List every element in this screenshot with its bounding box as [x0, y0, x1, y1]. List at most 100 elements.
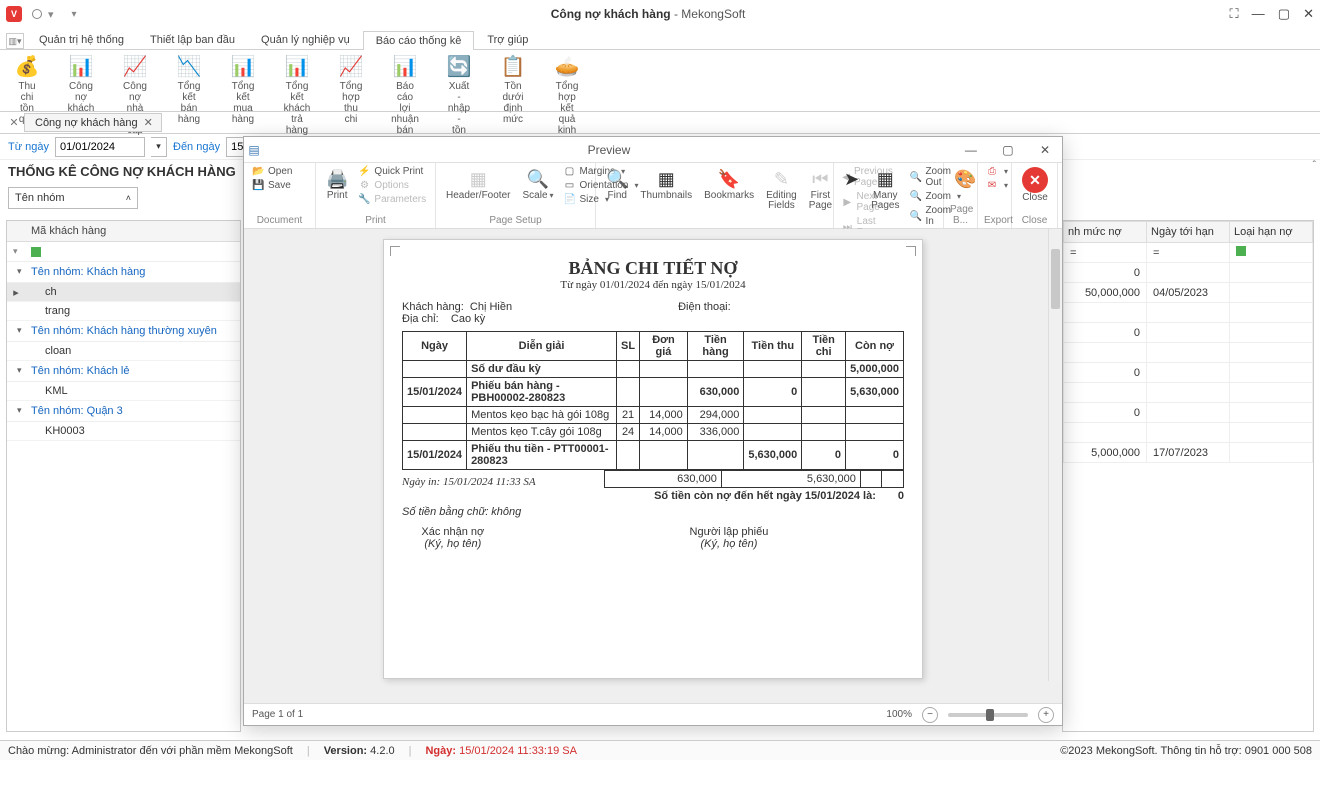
grid-filter-row[interactable]: ▾ [7, 242, 240, 262]
group-header[interactable]: Tên nhóm: Quận 3 [7, 401, 240, 422]
close-red-icon: ✕ [1022, 167, 1048, 193]
zoom-plus-button[interactable]: + [1038, 707, 1054, 723]
zoom-slider[interactable] [948, 713, 1028, 717]
find-button[interactable]: 🔍Find [602, 165, 632, 203]
quick-print-button[interactable]: ⚡Quick Print [356, 165, 428, 178]
main-tab-2[interactable]: Quản lý nghiệp vụ [248, 30, 363, 49]
page-indicator: Page 1 of 1 [252, 709, 303, 720]
filter-cell[interactable] [1230, 243, 1313, 263]
report-title: BẢNG CHI TIẾT NỢ [402, 258, 904, 279]
print-parameters-button: 🔧Parameters [356, 193, 428, 206]
ribbon-btn-6[interactable]: 📈Tổnghợpthuchi [324, 52, 378, 109]
table-row[interactable]: 0 [1064, 363, 1313, 383]
main-tab-3[interactable]: Báo cáo thống kê [363, 31, 475, 50]
preview-minimize-icon[interactable]: — [954, 143, 988, 157]
report-page: BẢNG CHI TIẾT NỢ Từ ngày 01/01/2024 đến … [383, 239, 923, 679]
customer-row[interactable]: ▸ch [7, 283, 240, 302]
export-mail-button[interactable]: ✉▾ [984, 179, 1010, 192]
preview-close-icon[interactable]: ✕ [1028, 143, 1062, 157]
column-header[interactable]: nh mức nợ [1064, 222, 1147, 243]
open-button[interactable]: 📂Open [250, 165, 294, 178]
ribbon-icon: 🥧 [553, 54, 581, 79]
collapse-ribbon-icon[interactable]: ˆ [1313, 160, 1316, 171]
close-preview-button[interactable]: ✕Close [1018, 165, 1052, 205]
preview-maximize-icon[interactable]: ▢ [991, 143, 1025, 157]
many-pages-button[interactable]: ▦Many Pages [867, 165, 903, 213]
ribbon-btn-2[interactable]: 📈Côngnợnhàcungcấp [108, 52, 162, 109]
table-row[interactable]: 5,000,00017/07/2023 [1064, 443, 1313, 463]
table-row[interactable]: 50,000,00004/05/2023 [1064, 283, 1313, 303]
zoom-percent: 100% [886, 709, 912, 720]
ribbon-btn-7[interactable]: 📊Báocáolợinhuậnbánhàng [378, 52, 432, 109]
main-tab-4[interactable]: Trợ giúp [474, 30, 541, 49]
welcome-text: Chào mừng: Administrator đến với phần mề… [8, 745, 293, 757]
ribbon-btn-9[interactable]: 📋Tồndướiđịnhmức [486, 52, 540, 109]
group-by-dropdown[interactable]: Tên nhóm ˄ [8, 187, 138, 209]
table-row[interactable] [1064, 423, 1313, 443]
quick-access-dropdown[interactable] [32, 9, 42, 19]
preview-status-bar: Page 1 of 1 100% − + [244, 703, 1062, 725]
tab-cong-no[interactable]: Công nợ khách hàng ✕ [24, 113, 162, 132]
table-row[interactable]: 0 [1064, 403, 1313, 423]
export-pdf-button[interactable]: ⎙▾ [984, 165, 1010, 178]
table-row[interactable] [1064, 303, 1313, 323]
bookmarks-button: 🔖Bookmarks [700, 165, 758, 203]
group-header[interactable]: Tên nhóm: Khách hàng [7, 262, 240, 283]
pointer-button[interactable]: ➤ [840, 165, 863, 193]
table-row[interactable] [1064, 343, 1313, 363]
ribbon-btn-8[interactable]: 🔄Xuất-nhập-tồnkho [432, 52, 486, 109]
print-button[interactable]: 🖨️Print [322, 165, 352, 203]
thumbnails-button[interactable]: ▦Thumbnails [636, 165, 696, 203]
column-header-code[interactable]: Mã khách hàng [7, 221, 240, 242]
ribbon-btn-1[interactable]: 📊Côngnợkháchhàng [54, 52, 108, 109]
ribbon-btn-0[interactable]: 💰Thuchitồnquỹ [0, 52, 54, 109]
signature-row: Xác nhận nợ(Ký, họ tên) Người lập phiếu(… [402, 526, 904, 550]
debt-limit-grid: nh mức nợNgày tới hạnLoại hạn nợ ==050,0… [1062, 220, 1314, 732]
fullscreen-icon[interactable]: ⛶ [1230, 6, 1239, 21]
from-date-picker-icon[interactable]: ▾ [151, 137, 167, 157]
close-all-tabs[interactable]: ✕ [6, 116, 22, 129]
to-date-label: Đến ngày [173, 141, 220, 153]
ribbon-btn-3[interactable]: 📉Tổngkếtbánhàng [162, 52, 216, 109]
preview-scrollbar[interactable] [1048, 229, 1062, 681]
filter-cell[interactable]: = [1147, 243, 1230, 263]
minimize-icon[interactable]: — [1252, 6, 1265, 21]
table-row[interactable]: 0 [1064, 323, 1313, 343]
ribbon-btn-4[interactable]: 📊Tổngkếtmuahàng [216, 52, 270, 109]
close-icon[interactable]: ✕ [1303, 6, 1314, 21]
preview-page-area[interactable]: BẢNG CHI TIẾT NỢ Từ ngày 01/01/2024 đến … [244, 229, 1062, 703]
customer-row[interactable]: KML [7, 382, 240, 401]
column-header[interactable]: Ngày tới hạn [1147, 222, 1230, 243]
ribbon-btn-5[interactable]: 📊Tổngkếtkháchtrảhàng [270, 52, 324, 109]
main-tab-1[interactable]: Thiết lập ban đầu [137, 30, 248, 49]
header-footer-button: ▦Header/Footer [442, 165, 514, 203]
customer-row[interactable]: trang [7, 302, 240, 321]
print-timestamp: Ngày in: 15/01/2024 11:33 SA [402, 476, 536, 488]
table-row[interactable]: 0 [1064, 263, 1313, 283]
ribbon-icon: 📈 [121, 54, 149, 79]
group-header[interactable]: Tên nhóm: Khách hàng thường xuyên [7, 321, 240, 342]
maximize-icon[interactable]: ▢ [1278, 6, 1290, 21]
ribbon-icon: 📈 [337, 54, 365, 79]
filter-icon[interactable] [31, 247, 41, 257]
column-header[interactable]: Loại hạn nợ [1230, 222, 1313, 243]
page-background-button[interactable]: 🎨 [950, 165, 980, 193]
from-date-input[interactable] [55, 137, 145, 157]
zoom-minus-button[interactable]: − [922, 707, 938, 723]
ribbon-icon: 📋 [499, 54, 527, 79]
group-header[interactable]: Tên nhóm: Khách lẻ [7, 361, 240, 382]
main-tab-0[interactable]: Quản trị hệ thống [26, 30, 137, 49]
table-row[interactable] [1064, 383, 1313, 403]
customer-grid: Mã khách hàng ▾ Tên nhóm: Khách hàng▸cht… [6, 220, 241, 732]
ribbon-menu-icon[interactable]: ▥▾ [6, 33, 24, 49]
customer-row[interactable]: cloan [7, 342, 240, 361]
chevron-up-icon: ˄ [126, 193, 131, 203]
qat-arrow[interactable]: ▾ [48, 8, 54, 21]
save-button[interactable]: 💾Save [250, 179, 294, 192]
customer-row[interactable]: KH0003 [7, 422, 240, 441]
ribbon-btn-10[interactable]: 🥧Tổnghợpkếtquảkinhdoanh [540, 52, 594, 109]
filter-cell[interactable]: = [1064, 243, 1147, 263]
tab-close-icon[interactable]: ✕ [144, 116, 153, 129]
main-tabs: ▥▾ Quản trị hệ thốngThiết lập ban đầuQuả… [0, 28, 1320, 50]
scale-button[interactable]: 🔍Scale▾ [518, 165, 557, 203]
